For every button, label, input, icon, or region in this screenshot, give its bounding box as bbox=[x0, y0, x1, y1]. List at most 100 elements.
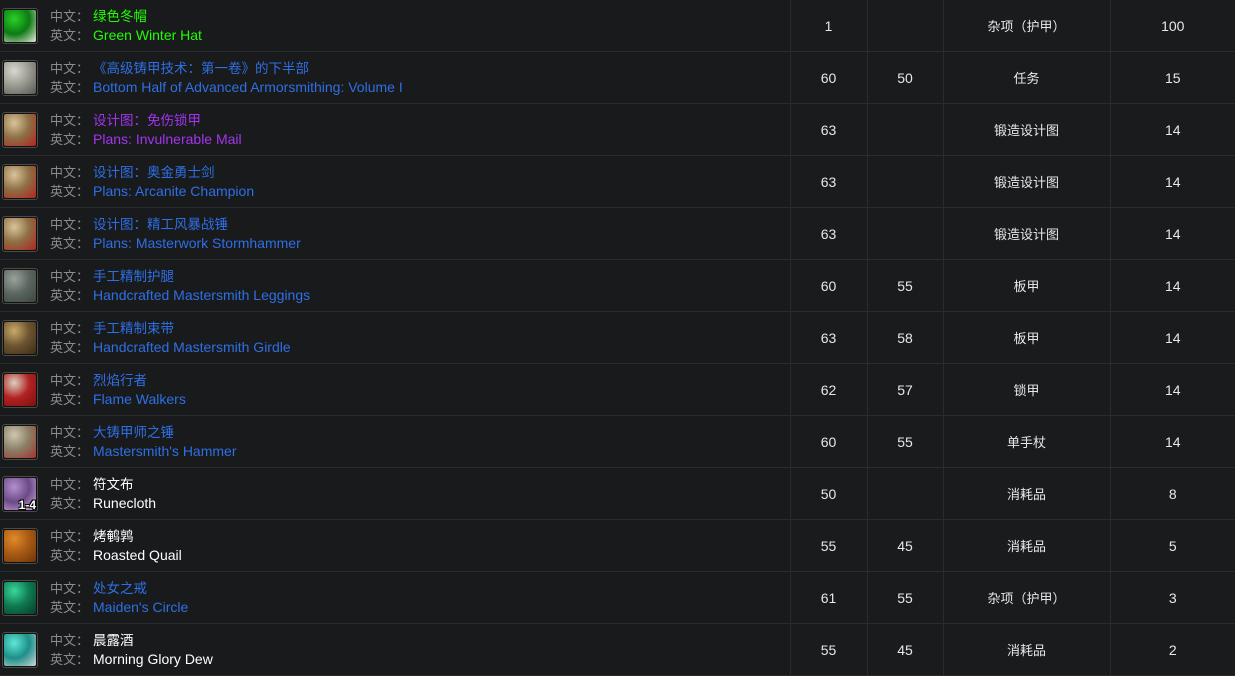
plate-leggings-icon[interactable] bbox=[2, 268, 38, 304]
roasted-quail-icon[interactable] bbox=[2, 528, 38, 564]
item-level-cell: 60 bbox=[790, 260, 867, 312]
lang-label-cn: 中文： bbox=[50, 319, 89, 338]
item-cell[interactable]: 中文：晨露酒英文：Morning Glory Dew bbox=[0, 624, 790, 676]
table-row[interactable]: 中文：处女之戒英文：Maiden's Circle6155杂项（护甲）3 bbox=[0, 572, 1235, 624]
required-level-cell: 55 bbox=[867, 416, 943, 468]
item-cell[interactable]: 中文：《高级铸甲技术：第一卷》的下半部英文：Bottom Half of Adv… bbox=[0, 52, 790, 104]
table-row[interactable]: 中文：烤鹌鹑英文：Roasted Quail5545消耗品5 bbox=[0, 520, 1235, 572]
item-level-cell-value: 60 bbox=[791, 434, 867, 450]
item-cell[interactable]: 中文：烈焰行者英文：Flame Walkers bbox=[0, 364, 790, 416]
drop-chance-cell-value: 14 bbox=[1111, 226, 1235, 242]
item-name-cn[interactable]: 符文布 bbox=[93, 475, 134, 494]
book-page-icon[interactable] bbox=[2, 60, 38, 96]
table-row[interactable]: 中文：《高级铸甲技术：第一卷》的下半部英文：Bottom Half of Adv… bbox=[0, 52, 1235, 104]
lang-label-en: 英文： bbox=[50, 390, 89, 409]
item-cell[interactable]: 中文：大铸甲师之锤英文：Mastersmith's Hammer bbox=[0, 416, 790, 468]
item-cell[interactable]: 中文：处女之戒英文：Maiden's Circle bbox=[0, 572, 790, 624]
item-name-cn[interactable]: 手工精制束带 bbox=[93, 319, 174, 338]
item-name-en[interactable]: Roasted Quail bbox=[93, 546, 182, 565]
item-cell[interactable]: 中文：设计图：精工风暴战锤英文：Plans: Masterwork Stormh… bbox=[0, 208, 790, 260]
item-name-cn[interactable]: 大铸甲师之锤 bbox=[93, 423, 174, 442]
scroll-plans-icon[interactable] bbox=[2, 216, 38, 252]
item-name-cn[interactable]: 晨露酒 bbox=[93, 631, 134, 650]
green-winter-hat-icon[interactable] bbox=[2, 8, 38, 44]
lang-label-en: 英文： bbox=[50, 130, 89, 149]
required-level-cell-value: 55 bbox=[868, 278, 943, 294]
item-cell[interactable]: 中文：手工精制护腿英文：Handcrafted Mastersmith Legg… bbox=[0, 260, 790, 312]
item-name-cn[interactable]: 手工精制护腿 bbox=[93, 267, 174, 286]
item-name-cn[interactable]: 绿色冬帽 bbox=[93, 7, 147, 26]
required-level-cell-value: 57 bbox=[868, 382, 943, 398]
item-type-cell: 板甲 bbox=[943, 260, 1110, 312]
item-name-en[interactable]: Mastersmith's Hammer bbox=[93, 442, 236, 461]
lang-label-cn: 中文： bbox=[50, 215, 89, 234]
table-row[interactable]: 中文：手工精制束带英文：Handcrafted Mastersmith Gird… bbox=[0, 312, 1235, 364]
table-row[interactable]: 中文：设计图：免伤锁甲英文：Plans: Invulnerable Mail63… bbox=[0, 104, 1235, 156]
drop-chance-cell-value: 14 bbox=[1111, 434, 1235, 450]
item-name-cn[interactable]: 设计图：奥金勇士剑 bbox=[93, 163, 215, 182]
ring-icon[interactable] bbox=[2, 580, 38, 616]
item-name-cn[interactable]: 烈焰行者 bbox=[93, 371, 147, 390]
required-level-cell: 58 bbox=[867, 312, 943, 364]
lang-label-en: 英文： bbox=[50, 338, 89, 357]
table-row[interactable]: 中文：手工精制护腿英文：Handcrafted Mastersmith Legg… bbox=[0, 260, 1235, 312]
item-type-cell: 消耗品 bbox=[943, 468, 1110, 520]
item-name-en[interactable]: Handcrafted Mastersmith Leggings bbox=[93, 286, 310, 305]
item-name-en[interactable]: Plans: Arcanite Champion bbox=[93, 182, 254, 201]
scroll-plans-icon[interactable] bbox=[2, 164, 38, 200]
drop-chance-cell-value: 2 bbox=[1111, 642, 1235, 658]
item-name-en[interactable]: Morning Glory Dew bbox=[93, 650, 213, 669]
item-cell[interactable]: 中文：手工精制束带英文：Handcrafted Mastersmith Gird… bbox=[0, 312, 790, 364]
item-type-cell: 锻造设计图 bbox=[943, 208, 1110, 260]
drink-bowl-icon[interactable] bbox=[2, 632, 38, 668]
lang-label-cn: 中文： bbox=[50, 267, 89, 286]
table-row[interactable]: 中文：大铸甲师之锤英文：Mastersmith's Hammer6055单手杖1… bbox=[0, 416, 1235, 468]
item-name-en[interactable]: Plans: Invulnerable Mail bbox=[93, 130, 242, 149]
item-name-en[interactable]: Handcrafted Mastersmith Girdle bbox=[93, 338, 291, 357]
runecloth-icon[interactable]: 1-4 bbox=[2, 476, 38, 512]
item-cell[interactable]: 中文：设计图：奥金勇士剑英文：Plans: Arcanite Champion bbox=[0, 156, 790, 208]
lang-label-en: 英文： bbox=[50, 598, 89, 617]
hammer-icon[interactable] bbox=[2, 424, 38, 460]
item-name-en[interactable]: Plans: Masterwork Stormhammer bbox=[93, 234, 301, 253]
item-name-cn[interactable]: 处女之戒 bbox=[93, 579, 147, 598]
item-name-cn[interactable]: 《高级铸甲技术：第一卷》的下半部 bbox=[93, 59, 309, 78]
drop-chance-cell-value: 100 bbox=[1111, 18, 1235, 34]
item-cell[interactable]: 中文：绿色冬帽英文：Green Winter Hat bbox=[0, 0, 790, 52]
item-type-cell-value: 消耗品 bbox=[944, 484, 1110, 503]
lang-label-cn: 中文： bbox=[50, 111, 89, 130]
drop-chance-cell-value: 15 bbox=[1111, 70, 1235, 86]
plate-girdle-icon[interactable] bbox=[2, 320, 38, 356]
item-name-cn[interactable]: 设计图：免伤锁甲 bbox=[93, 111, 201, 130]
item-name-en[interactable]: Green Winter Hat bbox=[93, 26, 202, 45]
table-row[interactable]: 中文：设计图：奥金勇士剑英文：Plans: Arcanite Champion6… bbox=[0, 156, 1235, 208]
item-cell[interactable]: 1-4中文：符文布英文：Runecloth bbox=[0, 468, 790, 520]
required-level-cell-value: 45 bbox=[868, 538, 943, 554]
item-name-cn[interactable]: 烤鹌鹑 bbox=[93, 527, 134, 546]
required-level-cell-value: 55 bbox=[868, 434, 943, 450]
table-row[interactable]: 中文：烈焰行者英文：Flame Walkers6257锁甲14 bbox=[0, 364, 1235, 416]
item-name-en[interactable]: Maiden's Circle bbox=[93, 598, 188, 617]
item-name-en[interactable]: Bottom Half of Advanced Armorsmithing: V… bbox=[93, 78, 403, 97]
item-level-cell-value: 62 bbox=[791, 382, 867, 398]
item-type-cell-value: 板甲 bbox=[944, 276, 1110, 295]
item-type-cell-value: 单手杖 bbox=[944, 432, 1110, 451]
table-row[interactable]: 1-4中文：符文布英文：Runecloth50消耗品8 bbox=[0, 468, 1235, 520]
drop-chance-cell: 14 bbox=[1110, 208, 1235, 260]
table-row[interactable]: 中文：晨露酒英文：Morning Glory Dew5545消耗品2 bbox=[0, 624, 1235, 676]
required-level-cell bbox=[867, 208, 943, 260]
item-type-cell: 锻造设计图 bbox=[943, 104, 1110, 156]
item-name-en[interactable]: Flame Walkers bbox=[93, 390, 186, 409]
item-cell[interactable]: 中文：烤鹌鹑英文：Roasted Quail bbox=[0, 520, 790, 572]
table-row[interactable]: 中文：设计图：精工风暴战锤英文：Plans: Masterwork Stormh… bbox=[0, 208, 1235, 260]
scroll-plans-icon[interactable] bbox=[2, 112, 38, 148]
item-name-cn[interactable]: 设计图：精工风暴战锤 bbox=[93, 215, 228, 234]
item-cell[interactable]: 中文：设计图：免伤锁甲英文：Plans: Invulnerable Mail bbox=[0, 104, 790, 156]
item-name-en[interactable]: Runecloth bbox=[93, 494, 156, 513]
required-level-cell: 55 bbox=[867, 572, 943, 624]
table-row[interactable]: 中文：绿色冬帽英文：Green Winter Hat1杂项（护甲）100 bbox=[0, 0, 1235, 52]
item-type-cell: 消耗品 bbox=[943, 520, 1110, 572]
item-level-cell: 63 bbox=[790, 312, 867, 364]
flame-boots-icon[interactable] bbox=[2, 372, 38, 408]
item-type-cell: 锻造设计图 bbox=[943, 156, 1110, 208]
